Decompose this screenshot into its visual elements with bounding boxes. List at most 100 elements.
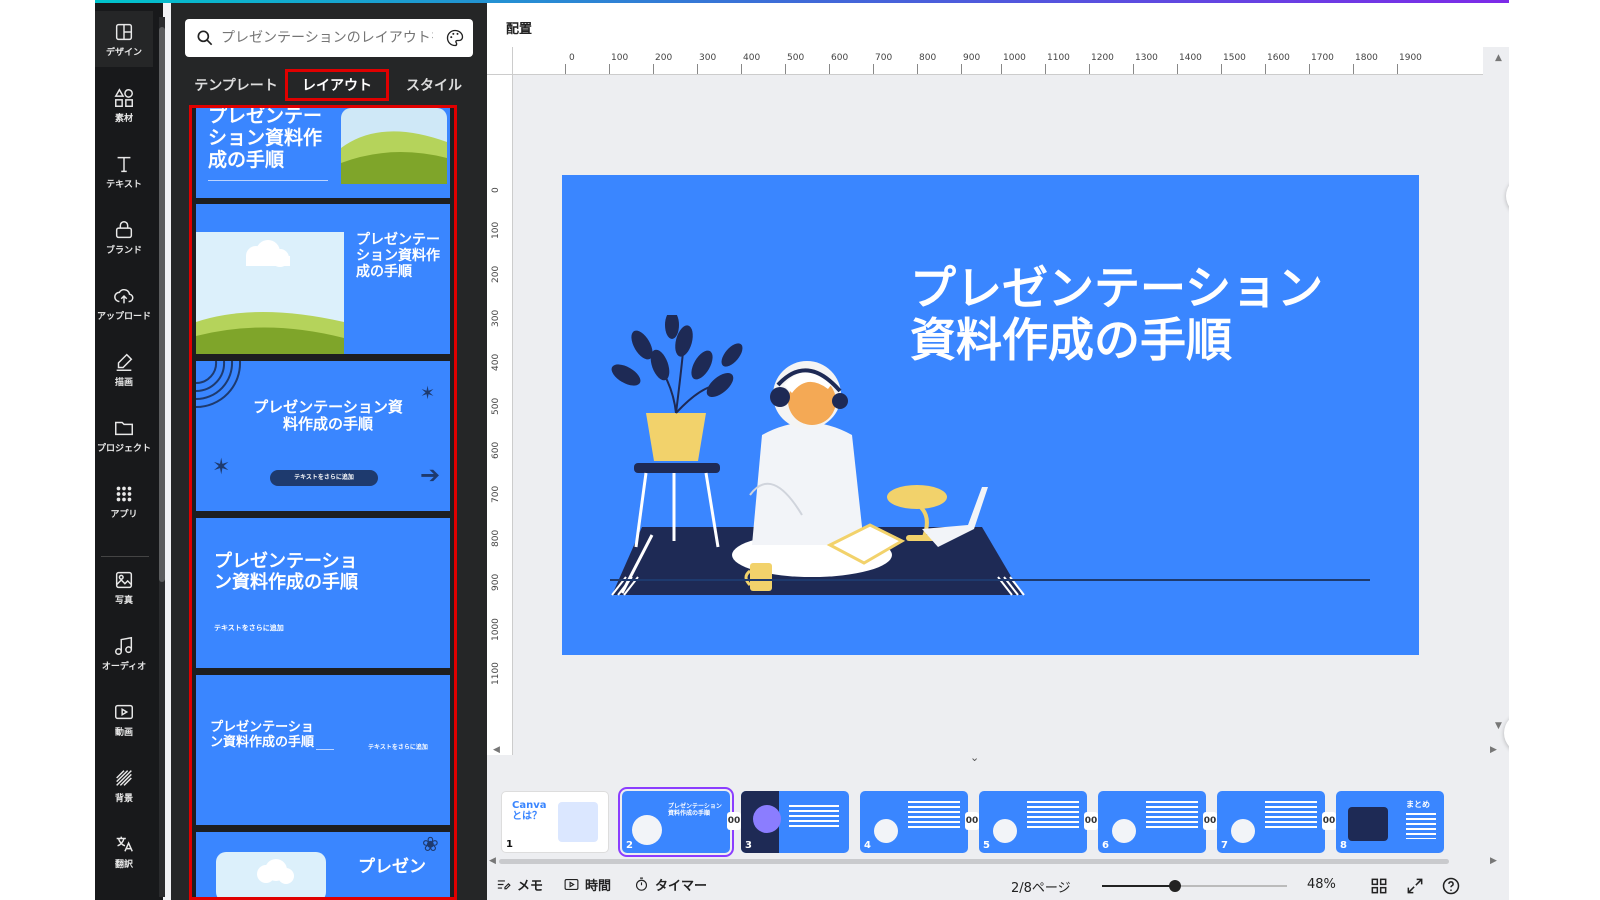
rail-item-label: 背景 [114,793,133,804]
scroll-left-icon[interactable]: ◀ [493,745,500,755]
scroll-up-icon[interactable]: ▲ [1495,53,1502,63]
rail-item-label: 描画 [114,377,133,388]
ruler-mark [785,64,786,74]
scroll-right-icon[interactable]: ▶ [1490,856,1497,866]
pages-strip-scrollbar[interactable] [499,859,1449,864]
rail-item-projects[interactable]: プロジェクト [95,407,153,463]
layout-card[interactable]: プレゼンテーション資料作成の手順 [196,108,450,198]
divider [208,180,328,181]
layout-card-subtitle: テキストをさらに追加 [368,744,428,751]
ruler-label: 500 [491,397,501,415]
scroll-right-icon[interactable]: ▶ [1490,745,1497,755]
tab-styles[interactable]: スタイル [389,69,479,101]
ruler-label: 600 [831,53,849,63]
canva-app: デザイン 素材 テキスト ブランド アップロード 描画 プロジェクト アプリ 写… [95,0,1509,900]
timer-icon [635,877,648,891]
page-thumbnail[interactable]: 7 [1217,791,1325,853]
page-thumbnail[interactable]: 6 [1098,791,1206,853]
rail-scrollbar[interactable] [159,17,165,897]
zoom-level[interactable]: 48% [1307,877,1336,892]
zoom-slider[interactable] [1102,880,1287,892]
page-transition-button[interactable]: 00 [727,812,741,830]
rail-item-upload[interactable]: アップロード [95,275,153,331]
page-thumbnail[interactable]: 5 [979,791,1087,853]
thumbnail-illustration [632,815,662,845]
ruler-mark [1397,64,1398,74]
tab-layouts[interactable]: レイアウト [285,69,389,101]
zoom-slider-fill [1102,885,1175,887]
rail-item-elements[interactable]: 素材 [95,77,153,133]
rail-scrollbar-thumb[interactable] [159,27,165,582]
editor-toolbar: 配置 [487,3,1509,47]
rail-separator [101,556,149,557]
ruler-label: 300 [699,53,717,63]
page-thumbnail[interactable]: プレゼンテーション資料作成の手順 2 [618,787,734,857]
page-transition-button[interactable]: 00 [1203,812,1217,830]
timer-button[interactable]: タイマー [633,875,707,894]
ruler-mark [1177,64,1178,74]
page-transition-button[interactable]: 00 [1084,812,1098,830]
ruler-label: 1100 [1047,53,1070,63]
page-number: 5 [983,840,990,851]
layout-card[interactable]: プレゼンテーション資料作成の手順 テキストをさらに追加 [196,675,450,825]
page-thumbnail[interactable]: まとめ 8 [1336,791,1444,853]
timing-button[interactable]: 時間 [563,875,611,894]
zoom-slider-knob[interactable] [1169,880,1181,892]
notes-icon [497,880,511,890]
slide-canvas[interactable]: プレゼンテーション 資料作成の手順 [562,175,1419,655]
ruler-label: 1000 [491,618,501,641]
page-thumbnail[interactable]: 4 [860,791,968,853]
scroll-down-icon[interactable]: ▼ [1495,721,1502,731]
ruler-label: 1000 [1003,53,1026,63]
pages-strip: Canva とは？ 1 プレゼンテーション資料作成の手順 2 00 3 4 00… [487,763,1509,866]
layout-card[interactable]: プレゼンテーション資料作成の手順 [196,204,450,354]
rail-item-audio[interactable]: オーディオ [95,625,153,681]
rail-item-video[interactable]: 動画 [95,691,153,747]
rail-item-label: 素材 [114,113,133,124]
fullscreen-icon[interactable] [1405,876,1425,896]
notes-button[interactable]: メモ [495,875,543,894]
rail-item-photos[interactable]: 写真 [95,559,153,615]
slide-divider-line [610,579,1370,581]
layout-card-title: プレゼンテーション資料作成の手順 [210,720,315,750]
ruler-mark [565,64,566,74]
palette-icon[interactable] [445,28,465,48]
arrange-button[interactable]: 配置 [506,18,532,37]
thumbnail-text-lines [1027,801,1079,831]
layout-card[interactable]: ✶ ✶ プレゼンテーション資料作成の手順 テキストをさらに追加 ➔ [196,361,450,511]
rail-item-background[interactable]: 背景 [95,757,153,813]
rail-item-translate[interactable]: 翻訳 [95,823,153,879]
vertical-scrollbar[interactable]: ▲ ▼ [1495,53,1507,753]
scroll-left-icon[interactable]: ◀ [489,856,496,866]
page-transition-button[interactable]: 00 [965,812,979,830]
page-thumbnail[interactable]: Canva とは？ 1 [501,791,609,853]
help-icon[interactable] [1441,876,1461,896]
sparkle-icon: ✶ [420,383,436,404]
rail-item-draw[interactable]: 描画 [95,341,153,397]
rail-item-brand[interactable]: ブランド [95,209,153,265]
leaf-doodle-icon: ❀ [422,832,439,856]
rail-item-text[interactable]: テキスト [95,143,153,199]
arc-decoration [196,361,242,409]
ruler-label: 200 [655,53,673,63]
grid-view-icon[interactable] [1369,876,1389,896]
ruler-label: 400 [743,53,761,63]
left-icon-rail: デザイン 素材 テキスト ブランド アップロード 描画 プロジェクト アプリ 写… [95,3,165,900]
search-input[interactable] [221,26,433,50]
thumbnail-illustration [558,802,598,842]
ruler-label: 600 [491,441,501,459]
audio-icon [115,636,133,655]
rail-item-design[interactable]: デザイン [95,11,153,67]
page-number: 3 [745,840,752,851]
page-transition-button[interactable]: 00 [1322,812,1336,830]
translate-icon [116,836,133,852]
rail-item-label: テキスト [106,179,142,190]
search-box[interactable] [185,19,473,57]
tab-templates[interactable]: テンプレート [181,69,291,101]
layout-card[interactable]: プレゼン ❀ [196,832,450,897]
vertical-ruler: 0 100 200 300 400 500 600 700 800 900 10… [487,75,513,755]
page-thumbnail[interactable]: 3 [741,791,849,853]
rail-item-apps[interactable]: アプリ [95,473,153,529]
layout-card[interactable]: プレゼンテーション資料作成の手順 テキストをさらに追加 [196,518,450,668]
page-indicator[interactable]: 2/8ページ [1011,877,1071,896]
